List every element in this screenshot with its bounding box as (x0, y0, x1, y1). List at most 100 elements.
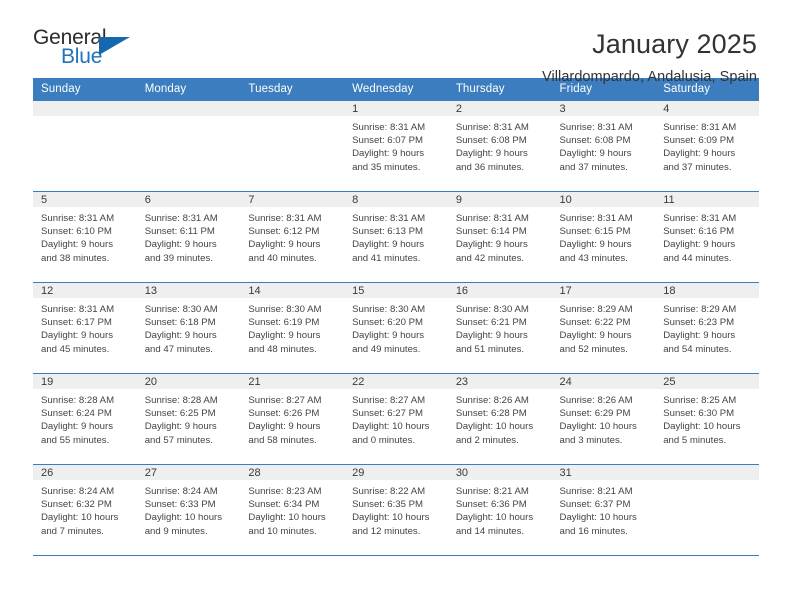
day-cell[interactable]: 13 Sunrise: 8:30 AM Sunset: 6:18 PM Dayligh… (136, 282, 241, 374)
sunrise-text: Sunrise: 8:31 AM (663, 213, 737, 224)
sunrise-text: Sunrise: 8:28 AM (144, 395, 218, 406)
day-cell-inner: 9 Sunrise: 8:31 AM Sunset: 6:14 PM Daylight… (447, 192, 552, 282)
daylight-text: and 57 minutes. (144, 434, 213, 446)
daylight-text: and 14 minutes. (455, 525, 525, 537)
day-number: 24 (551, 374, 656, 389)
daylight-text: Daylight: 9 hours (559, 148, 632, 160)
daylight-text: and 0 minutes. (352, 434, 416, 446)
day-number: 16 (447, 283, 552, 298)
day-cell[interactable]: 30 Sunrise: 8:21 AM Sunset: 6:36 PM Dayligh… (447, 464, 552, 556)
sunrise-text: Sunrise: 8:31 AM (455, 213, 529, 224)
day-cell[interactable]: 1 Sunrise: 8:31 AM Sunset: 6:07 PM Daylight… (344, 100, 448, 192)
calendar-week-row: 1 Sunrise: 8:31 AM Sunset: 6:07 PM Daylight… (33, 100, 759, 192)
sunset-text: Sunset: 6:21 PM (455, 317, 527, 329)
day-cell[interactable]: 7 Sunrise: 8:31 AM Sunset: 6:12 PM Daylight… (240, 191, 345, 283)
day-cell-inner: 1 Sunrise: 8:31 AM Sunset: 6:07 PM Daylight… (344, 101, 448, 191)
daylight-text: and 16 minutes. (559, 525, 628, 537)
day-cell-inner (136, 101, 241, 191)
day-cell[interactable]: 21 Sunrise: 8:27 AM Sunset: 6:26 PM Dayligh… (240, 373, 345, 465)
day-cell[interactable]: 24 Sunrise: 8:26 AM Sunset: 6:29 PM Dayligh… (551, 373, 656, 465)
day-cell[interactable]: 12 Sunrise: 8:31 AM Sunset: 6:17 PM Dayligh… (33, 282, 137, 374)
day-cell-inner: 19 Sunrise: 8:28 AM Sunset: 6:24 PM Dayligh… (33, 374, 137, 464)
day-cell[interactable]: 20 Sunrise: 8:28 AM Sunset: 6:25 PM Dayligh… (136, 373, 241, 465)
calendar-body: 1 Sunrise: 8:31 AM Sunset: 6:07 PM Daylight… (33, 100, 759, 556)
sunrise-text: Sunrise: 8:27 AM (352, 395, 426, 406)
sunset-text: Sunset: 6:25 PM (144, 408, 216, 420)
day-cell[interactable]: 14 Sunrise: 8:30 AM Sunset: 6:19 PM Dayligh… (240, 282, 345, 374)
day-sun-info: Sunrise: 8:25 AM Sunset: 6:30 PM Daylight:… (655, 389, 759, 447)
day-sun-info: Sunrise: 8:31 AM Sunset: 6:15 PM Daylight:… (552, 207, 656, 265)
day-sun-info: Sunrise: 8:21 AM Sunset: 6:37 PM Daylight:… (552, 480, 656, 538)
day-cell[interactable]: 31 Sunrise: 8:21 AM Sunset: 6:37 PM Dayligh… (551, 464, 656, 556)
day-cell-inner: 3 Sunrise: 8:31 AM Sunset: 6:08 PM Daylight… (551, 101, 656, 191)
daylight-text: and 36 minutes. (455, 161, 525, 173)
sunset-text: Sunset: 6:08 PM (455, 135, 527, 147)
day-cell[interactable]: 17 Sunrise: 8:29 AM Sunset: 6:22 PM Dayligh… (551, 282, 656, 374)
triangle-icon (99, 37, 130, 55)
day-sun-info: Sunrise: 8:31 AM Sunset: 6:12 PM Daylight:… (240, 207, 344, 265)
day-cell[interactable]: 10 Sunrise: 8:31 AM Sunset: 6:15 PM Dayligh… (551, 191, 656, 283)
day-number: 30 (447, 465, 552, 480)
day-cell[interactable]: 2 Sunrise: 8:31 AM Sunset: 6:08 PM Daylight… (447, 100, 552, 192)
day-cell[interactable]: 26 Sunrise: 8:24 AM Sunset: 6:32 PM Dayligh… (33, 464, 137, 556)
daylight-text: and 37 minutes. (663, 161, 732, 173)
sunrise-text: Sunrise: 8:28 AM (41, 395, 115, 406)
day-cell[interactable]: 25 Sunrise: 8:25 AM Sunset: 6:30 PM Dayligh… (655, 373, 759, 465)
day-sun-info: Sunrise: 8:31 AM Sunset: 6:09 PM Daylight:… (655, 116, 759, 174)
weekday-header-sunday: Sunday (33, 78, 137, 101)
day-cell[interactable]: 19 Sunrise: 8:28 AM Sunset: 6:24 PM Dayligh… (33, 373, 137, 465)
day-cell[interactable]: 23 Sunrise: 8:26 AM Sunset: 6:28 PM Dayligh… (447, 373, 552, 465)
day-cell-inner: 11 Sunrise: 8:31 AM Sunset: 6:16 PM Dayligh… (655, 192, 759, 282)
day-cell-inner: 29 Sunrise: 8:22 AM Sunset: 6:35 PM Dayligh… (344, 465, 448, 555)
sunrise-text: Sunrise: 8:23 AM (248, 486, 322, 497)
day-number: 21 (240, 374, 345, 389)
sunrise-text: Sunrise: 8:31 AM (455, 122, 529, 133)
day-cell[interactable]: 11 Sunrise: 8:31 AM Sunset: 6:16 PM Dayligh… (655, 191, 759, 283)
day-cell[interactable]: 18 Sunrise: 8:29 AM Sunset: 6:23 PM Dayligh… (655, 282, 759, 374)
sunrise-text: Sunrise: 8:22 AM (352, 486, 426, 497)
day-sun-info: Sunrise: 8:22 AM Sunset: 6:35 PM Daylight:… (344, 480, 448, 538)
daylight-text: Daylight: 10 hours (559, 421, 637, 433)
day-cell[interactable]: 27 Sunrise: 8:24 AM Sunset: 6:33 PM Dayligh… (136, 464, 241, 556)
day-sun-info: Sunrise: 8:30 AM Sunset: 6:20 PM Daylight:… (344, 298, 448, 356)
daylight-text: Daylight: 9 hours (663, 148, 736, 160)
day-number: 7 (240, 192, 345, 207)
weekday-header-wednesday: Wednesday (344, 78, 448, 101)
sunrise-text: Sunrise: 8:31 AM (144, 213, 218, 224)
day-cell[interactable]: 22 Sunrise: 8:27 AM Sunset: 6:27 PM Dayligh… (344, 373, 448, 465)
daylight-text: Daylight: 9 hours (455, 239, 528, 251)
day-cell-inner: 30 Sunrise: 8:21 AM Sunset: 6:36 PM Dayligh… (447, 465, 552, 555)
day-sun-info: Sunrise: 8:30 AM Sunset: 6:21 PM Daylight:… (448, 298, 552, 356)
sunrise-text: Sunrise: 8:30 AM (455, 304, 529, 315)
daylight-text: and 35 minutes. (352, 161, 421, 173)
day-cell[interactable]: 28 Sunrise: 8:23 AM Sunset: 6:34 PM Dayligh… (240, 464, 345, 556)
sunset-text: Sunset: 6:19 PM (248, 317, 320, 329)
day-cell[interactable]: 6 Sunrise: 8:31 AM Sunset: 6:11 PM Daylight… (136, 191, 241, 283)
daylight-text: and 51 minutes. (455, 343, 525, 355)
day-cell[interactable]: 4 Sunrise: 8:31 AM Sunset: 6:09 PM Daylight… (655, 100, 759, 192)
daylight-text: and 12 minutes. (352, 525, 421, 537)
daylight-text: and 54 minutes. (663, 343, 732, 355)
daylight-text: Daylight: 9 hours (663, 239, 736, 251)
day-sun-info: Sunrise: 8:31 AM Sunset: 6:16 PM Daylight:… (655, 207, 759, 265)
sunrise-text: Sunrise: 8:21 AM (455, 486, 529, 497)
general-blue-logo[interactable]: General Blue (33, 26, 145, 76)
day-cell[interactable]: 3 Sunrise: 8:31 AM Sunset: 6:08 PM Daylight… (551, 100, 656, 192)
sunset-text: Sunset: 6:26 PM (248, 408, 320, 420)
daylight-text: Daylight: 9 hours (559, 330, 632, 342)
empty-day-cell (655, 464, 759, 556)
sunrise-text: Sunrise: 8:26 AM (455, 395, 529, 406)
daylight-text: and 40 minutes. (248, 252, 317, 264)
day-cell[interactable]: 5 Sunrise: 8:31 AM Sunset: 6:10 PM Daylight… (33, 191, 137, 283)
day-sun-info: Sunrise: 8:31 AM Sunset: 6:17 PM Daylight:… (33, 298, 137, 356)
day-cell[interactable]: 8 Sunrise: 8:31 AM Sunset: 6:13 PM Daylight… (344, 191, 448, 283)
day-cell[interactable]: 16 Sunrise: 8:30 AM Sunset: 6:21 PM Dayligh… (447, 282, 552, 374)
day-cell-inner: 15 Sunrise: 8:30 AM Sunset: 6:20 PM Dayligh… (344, 283, 448, 373)
day-cell[interactable]: 9 Sunrise: 8:31 AM Sunset: 6:14 PM Daylight… (447, 191, 552, 283)
sunset-text: Sunset: 6:23 PM (663, 317, 735, 329)
day-cell-inner: 25 Sunrise: 8:25 AM Sunset: 6:30 PM Dayligh… (655, 374, 759, 464)
day-cell[interactable]: 29 Sunrise: 8:22 AM Sunset: 6:35 PM Dayligh… (344, 464, 448, 556)
day-number: 29 (344, 465, 448, 480)
day-cell[interactable]: 15 Sunrise: 8:30 AM Sunset: 6:20 PM Dayligh… (344, 282, 448, 374)
day-cell-inner: 17 Sunrise: 8:29 AM Sunset: 6:22 PM Dayligh… (551, 283, 656, 373)
